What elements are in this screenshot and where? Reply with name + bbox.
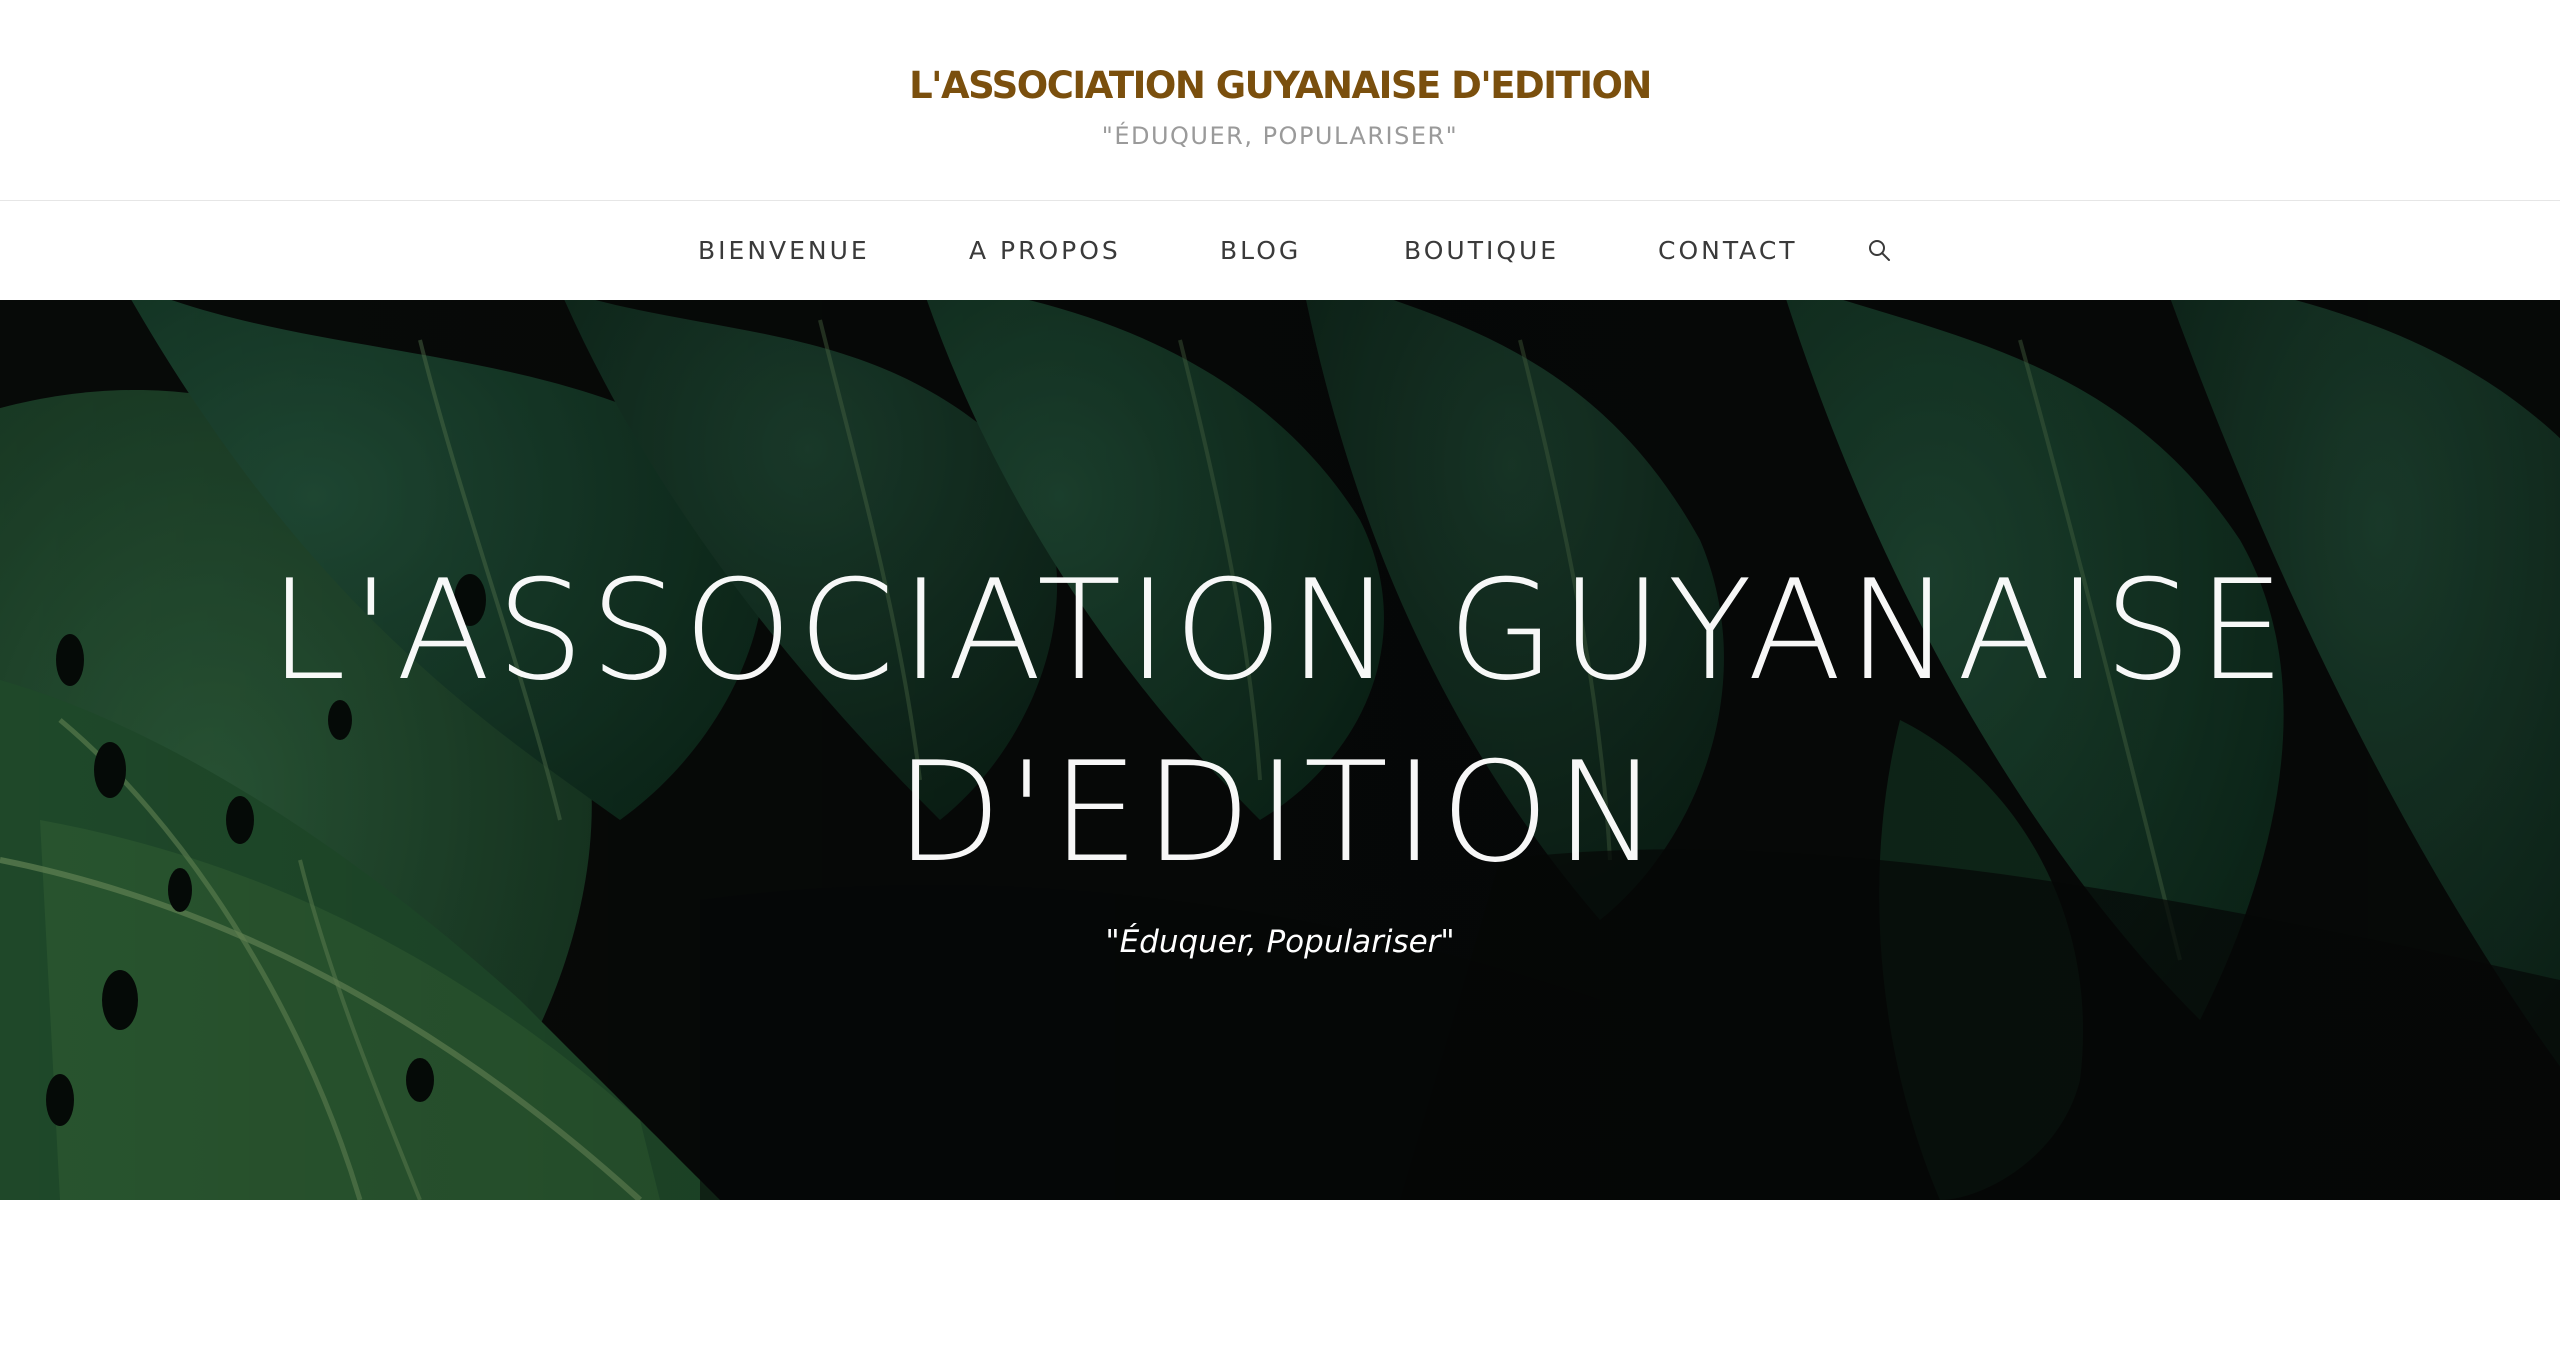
page: L'ASSOCIATION GUYANAISE D'EDITION "ÉDUQU… — [0, 0, 2560, 1367]
hero-banner: L'ASSOCIATION GUYANAISE D'EDITION "Éduqu… — [0, 300, 2560, 1200]
hero-title-line2: D'EDITION — [895, 732, 1665, 893]
content-area — [0, 1200, 2560, 1367]
hero-title: L'ASSOCIATION GUYANAISE D'EDITION — [180, 540, 2380, 904]
nav-item-boutique[interactable]: BOUTIQUE — [1404, 231, 1559, 271]
search-icon[interactable] — [1866, 237, 1894, 265]
hero-title-line1: L'ASSOCIATION GUYANAISE — [269, 550, 2291, 711]
site-tagline: "ÉDUQUER, POPULARISER" — [1101, 122, 1459, 150]
site-header: L'ASSOCIATION GUYANAISE D'EDITION "ÉDUQU… — [0, 0, 2560, 201]
main-navigation: BIENVENUE A PROPOS BLOG BOUTIQUE CONTACT — [0, 201, 2560, 300]
nav-item-a-propos[interactable]: A PROPOS — [969, 231, 1121, 271]
nav-item-contact[interactable]: CONTACT — [1658, 231, 1798, 271]
hero-subtitle: "Éduquer, Populariser" — [1105, 924, 1455, 960]
site-title-link[interactable]: L'ASSOCIATION GUYANAISE D'EDITION — [0, 62, 2560, 110]
nav-item-bienvenue[interactable]: BIENVENUE — [698, 231, 870, 271]
nav-item-blog[interactable]: BLOG — [1220, 231, 1301, 271]
